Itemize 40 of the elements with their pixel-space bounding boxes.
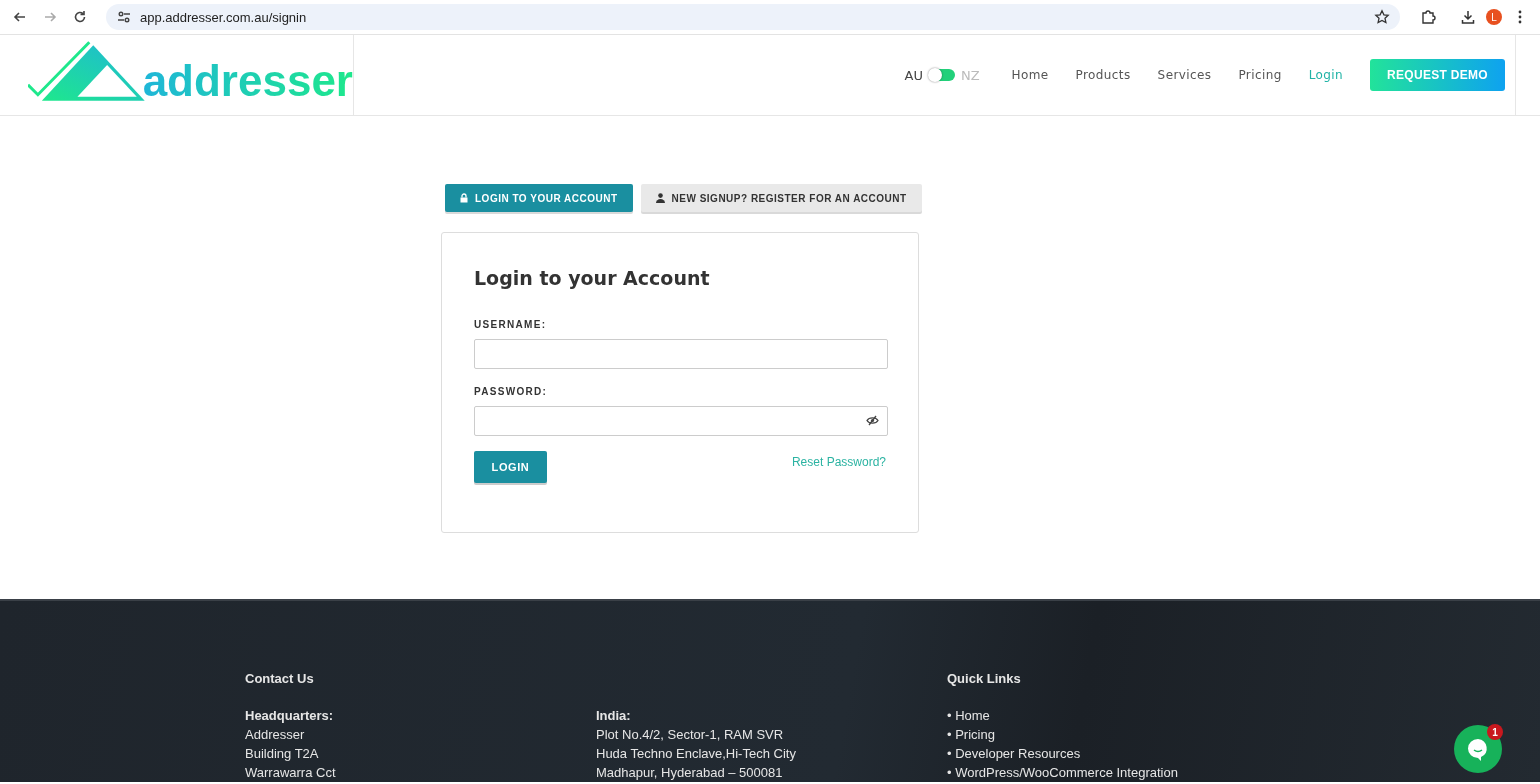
address-line: Plot No.4/2, Sector-1, RAM SVR <box>596 726 785 744</box>
nav-link[interactable]: Pricing <box>1238 68 1282 82</box>
address-line: Warrawarra Cct <box>245 764 337 782</box>
footer-heading: Contact Us <box>245 670 315 688</box>
username-field[interactable] <box>474 339 888 369</box>
site-settings-icon[interactable] <box>116 9 132 25</box>
region-toggle[interactable] <box>928 69 955 81</box>
reload-icon[interactable] <box>72 9 88 25</box>
puzzle-icon[interactable] <box>1420 9 1436 25</box>
user-icon <box>655 193 665 203</box>
password-field[interactable] <box>474 406 888 436</box>
url-text: app.addresser.com.au/signin <box>140 9 307 25</box>
footer-link[interactable]: • WordPress/WooCommerce Integration <box>947 763 1298 782</box>
footer-link[interactable]: • Pricing <box>947 725 1298 744</box>
lock-icon <box>460 193 468 203</box>
nav-link[interactable]: Products <box>1075 68 1131 82</box>
nav-link[interactable]: Services <box>1157 68 1212 82</box>
tab[interactable]: NEW SIGNUP? REGISTER FOR AN ACCOUNT <box>640 184 922 212</box>
address-line: Building T2A <box>245 745 320 763</box>
address-line: Madhapur, Hyderabad – 500081 <box>596 764 784 782</box>
star-icon[interactable] <box>1374 9 1390 25</box>
tab[interactable]: LOGIN TO YOUR ACCOUNT <box>445 184 633 212</box>
footer-heading: Quick Links <box>947 670 1022 688</box>
footer-link[interactable]: • Developer Resources <box>947 744 1298 763</box>
profile-avatar[interactable]: L <box>1486 9 1502 25</box>
chat-bubble-icon <box>1466 737 1490 761</box>
field-label: PASSWORD: <box>474 386 549 397</box>
address-heading: India: <box>596 707 632 725</box>
address-line: Huda Techno Enclave,Hi-Tech City <box>596 745 797 763</box>
address-bar[interactable]: app.addresser.com.au/signin <box>106 4 1400 30</box>
address-line: Addresser <box>245 726 306 744</box>
region-label[interactable]: AU <box>904 67 923 83</box>
footer-link[interactable]: • Home <box>947 706 1298 725</box>
login-button[interactable]: LOGIN <box>474 451 547 483</box>
eye-slash-icon[interactable] <box>866 415 879 426</box>
nav-link[interactable]: Home <box>1011 68 1049 82</box>
address-heading: Headquarters: <box>245 707 335 725</box>
field-label: USERNAME: <box>474 319 548 330</box>
download-icon[interactable] <box>1460 9 1476 25</box>
form-title: Login to your Account <box>474 267 711 289</box>
